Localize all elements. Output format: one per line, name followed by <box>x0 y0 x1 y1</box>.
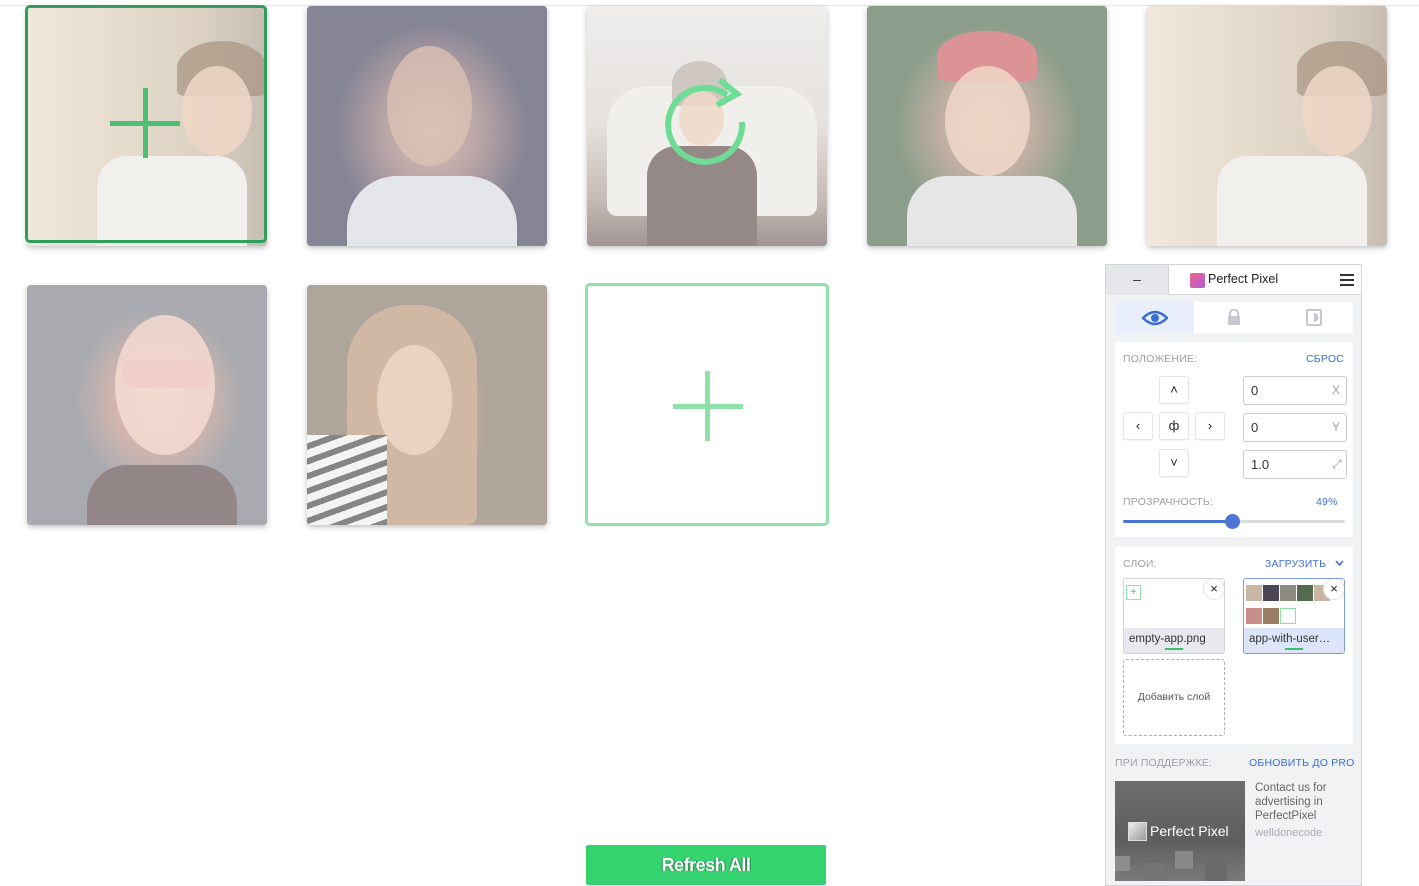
perfect-pixel-panel: – Perfect Pixel ПОЛОЖЕНИЕ: СБРОС ˄ ‹ ф ›… <box>1105 264 1362 886</box>
chevron-right-icon: › <box>1207 418 1213 433</box>
opacity-slider-handle[interactable] <box>1224 514 1240 529</box>
support-label: ПРИ ПОДДЕРЖКЕ: <box>1115 757 1213 769</box>
tab-visibility[interactable] <box>1115 302 1194 333</box>
panel-title: Perfect Pixel <box>1208 272 1279 286</box>
ad-logo-text: Perfect Pixel <box>1150 823 1229 839</box>
chevron-left-icon: ‹ <box>1135 418 1141 433</box>
tab-lock[interactable] <box>1194 302 1273 333</box>
user-photo-2[interactable] <box>307 6 547 246</box>
chevron-down-icon: ˅ <box>1170 455 1178 470</box>
mode-tabs <box>1115 302 1353 333</box>
opacity-label: ПРОЗРАЧНОСТЬ: <box>1123 496 1214 508</box>
upload-link[interactable]: ЗАГРУЗИТЬ <box>1265 558 1326 570</box>
eye-icon <box>1142 310 1168 326</box>
ad-text[interactable]: Contact us for advertising in PerfectPix… <box>1255 781 1355 823</box>
refresh-all-button[interactable]: Refresh All <box>586 845 826 885</box>
invert-icon <box>1306 309 1322 326</box>
position-label: ПОЛОЖЕНИЕ: <box>1123 353 1198 365</box>
plus-icon: + <box>1126 585 1141 600</box>
opacity-slider[interactable] <box>1123 514 1345 529</box>
layer-name-underline <box>1285 648 1303 650</box>
opacity-slider-fill <box>1123 520 1232 523</box>
ad-banner[interactable]: Perfect Pixel <box>1115 781 1245 881</box>
panel-header: – Perfect Pixel <box>1106 265 1361 295</box>
position-card: ПОЛОЖЕНИЕ: СБРОС ˄ ‹ ф › ˅ X Y ⤢ ПРОЗРАЧ… <box>1115 342 1353 537</box>
chevron-down-icon <box>1335 560 1344 567</box>
minimize-button[interactable]: – <box>1106 265 1169 295</box>
add-layer-button[interactable]: Добавить слой <box>1123 659 1225 736</box>
scale-icon: ⤢ <box>1332 457 1342 471</box>
user-photo-7[interactable] <box>307 285 547 525</box>
layers-label: СЛОИ: <box>1123 558 1157 570</box>
layer-item-active[interactable]: app-with-user… × <box>1243 578 1345 654</box>
move-right-button[interactable]: › <box>1195 412 1225 440</box>
x-unit-label: X <box>1332 383 1341 397</box>
tab-invert[interactable] <box>1273 302 1352 333</box>
center-button[interactable]: ф <box>1159 412 1189 440</box>
refresh-icon <box>665 77 746 165</box>
perfect-pixel-logo-icon <box>1190 273 1205 288</box>
add-plus-icon-vertical <box>143 88 148 158</box>
plus-icon-vertical <box>705 371 710 441</box>
lock-icon <box>1228 309 1240 325</box>
hamburger-menu-icon[interactable] <box>1340 274 1354 286</box>
ad-logo-icon <box>1128 822 1147 841</box>
y-unit-label: Y <box>1332 420 1341 434</box>
upgrade-pro-link[interactable]: ОБНОВИТЬ ДО PRO <box>1249 757 1355 769</box>
add-photo-tile[interactable] <box>585 283 829 526</box>
reset-link[interactable]: СБРОС <box>1306 353 1344 365</box>
layers-card: СЛОИ: ЗАГРУЗИТЬ + empty-app.png × app-wi… <box>1115 547 1353 744</box>
move-left-button[interactable]: ‹ <box>1123 412 1153 440</box>
user-photo-6[interactable] <box>27 285 267 525</box>
layer-name-underline <box>1165 648 1183 650</box>
move-down-button[interactable]: ˅ <box>1159 449 1189 477</box>
move-up-button[interactable]: ˄ <box>1159 376 1189 404</box>
user-photo-4[interactable] <box>867 6 1107 246</box>
close-icon[interactable]: × <box>1203 579 1224 600</box>
chevron-up-icon: ˄ <box>1170 382 1178 397</box>
close-icon[interactable]: × <box>1323 579 1344 600</box>
user-photo-5[interactable] <box>1147 6 1387 246</box>
opacity-value: 49% <box>1316 496 1338 508</box>
ad-brand: welldonecode <box>1255 827 1323 839</box>
layer-item[interactable]: + empty-app.png × <box>1123 578 1225 654</box>
